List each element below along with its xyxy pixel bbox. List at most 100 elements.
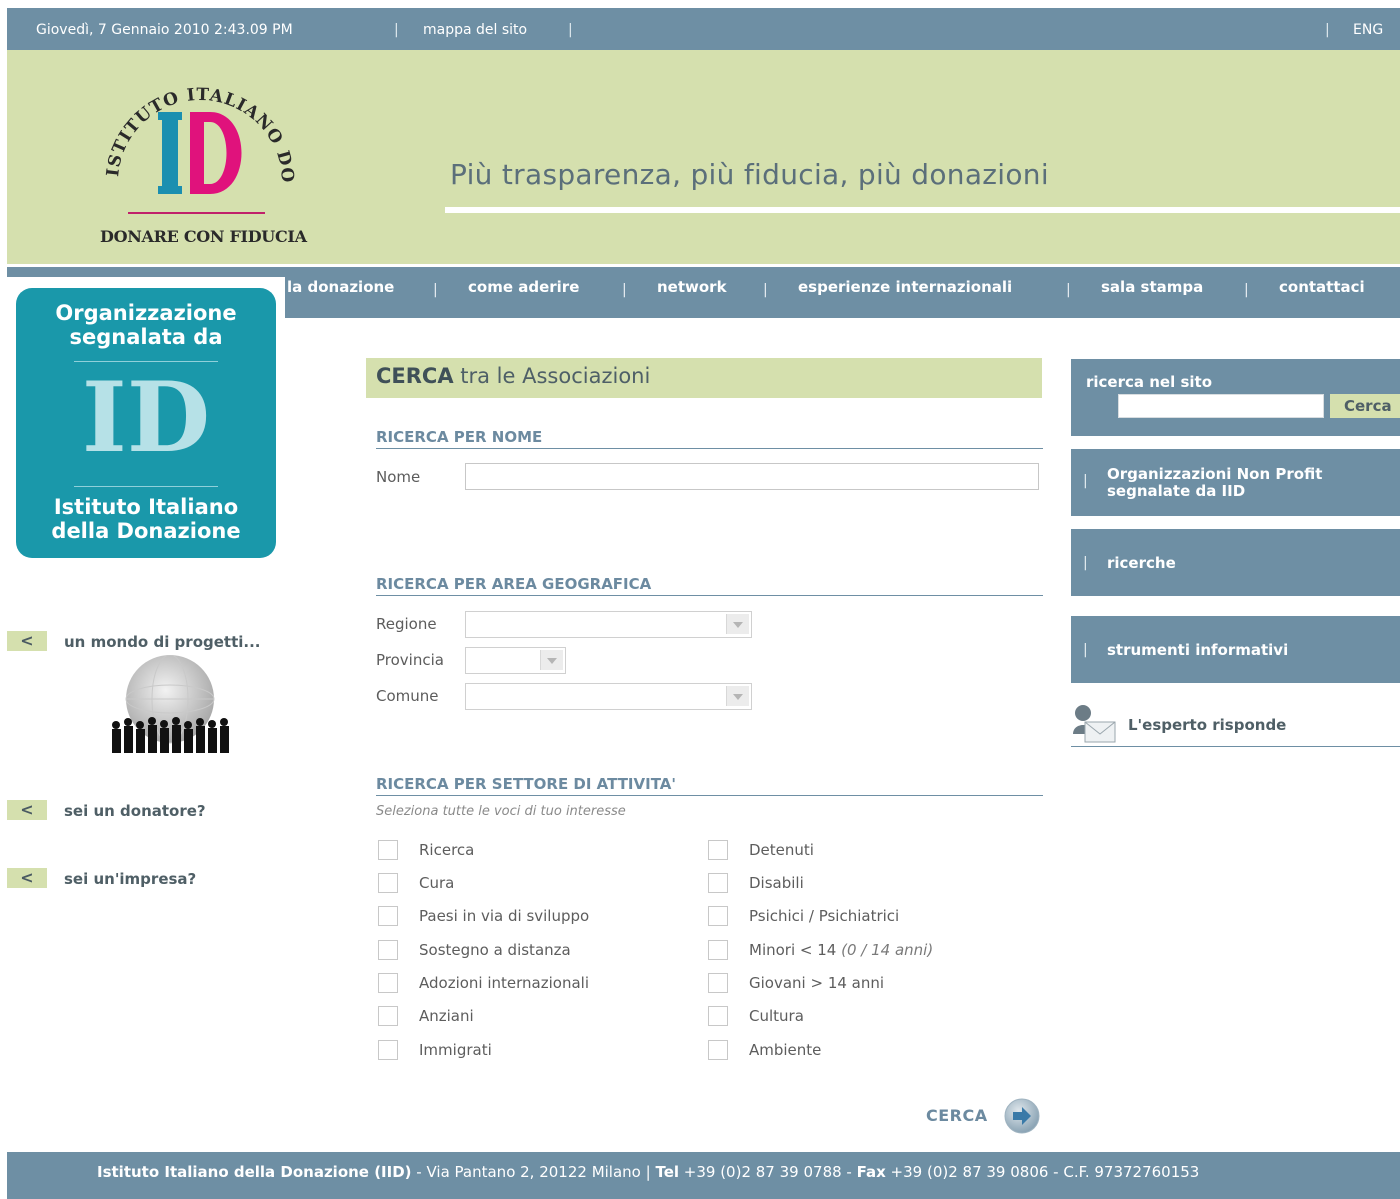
left-link-label: un mondo di progetti... <box>64 633 261 651</box>
badge-line: segnalata da <box>69 325 223 349</box>
site-search-input[interactable] <box>1118 394 1324 418</box>
sidebar-nonprofit-line1: Organizzazioni Non Profit <box>1107 465 1323 483</box>
province-select[interactable] <box>465 647 566 674</box>
sector-hint: Seleziona tutte le voci di tuo interesse <box>376 804 626 819</box>
badge-letters: ID <box>81 361 211 474</box>
search-submit-label: CERCA <box>926 1106 988 1125</box>
minori-label: Minori < 14 <box>749 941 837 959</box>
chevron-left-icon: < <box>7 868 47 888</box>
nav-contattaci[interactable]: contattaci <box>1279 278 1365 296</box>
nav-separator: | <box>1244 282 1249 298</box>
checkbox-label: Sostegno a distanza <box>419 941 571 959</box>
checkbox[interactable] <box>378 840 398 860</box>
checkbox-label: Adozioni internazionali <box>419 974 589 992</box>
checkbox-label: Ricerca <box>419 841 475 859</box>
checkbox[interactable] <box>378 906 398 926</box>
badge-line: della Donazione <box>51 519 241 543</box>
name-label: Nome <box>376 468 421 486</box>
checkbox[interactable] <box>708 973 728 993</box>
left-link-label: sei un donatore? <box>64 802 206 820</box>
checkbox[interactable] <box>708 840 728 860</box>
sidebar-tools[interactable]: | strumenti informativi <box>1071 616 1400 683</box>
expert-link[interactable]: L'esperto risponde <box>1128 716 1286 734</box>
checkbox-label: Anziani <box>419 1007 474 1025</box>
province-label: Provincia <box>376 651 444 669</box>
sidebar-nonprofit-line2: segnalate da IID <box>1107 482 1246 500</box>
search-heading-rest: tra le Associazioni <box>453 364 651 388</box>
sidebar-nonprofit-label: Organizzazioni Non Profit segnalate da I… <box>1107 466 1322 500</box>
badge-line: Organizzazione <box>55 301 237 325</box>
section-divider <box>376 595 1043 596</box>
region-select[interactable] <box>465 611 752 638</box>
checkbox-label: Ambiente <box>749 1041 822 1059</box>
sitemap-link[interactable]: mappa del sito <box>423 22 527 38</box>
globe-people-image[interactable] <box>104 654 236 755</box>
section-divider <box>376 795 1043 796</box>
separator: | <box>1325 22 1330 38</box>
checkbox-label: Minori < 14 (0 / 14 anni) <box>749 941 933 959</box>
nav-come-aderire[interactable]: come aderire <box>468 278 579 296</box>
search-submit-button[interactable]: CERCA <box>926 1098 1046 1134</box>
chevron-left-icon: < <box>7 800 47 820</box>
footer-tel: +39 (0)2 87 39 0788 - <box>679 1163 857 1181</box>
footer-fax: +39 (0)2 87 39 0806 - C.F. 97372760153 <box>885 1163 1200 1181</box>
section-title-sector: RICERCA PER SETTORE DI ATTIVITA' <box>376 775 676 793</box>
iid-badge[interactable]: Organizzazione segnalata da ID Istituto … <box>16 288 276 558</box>
checkbox[interactable] <box>378 1006 398 1026</box>
footer: Istituto Italiano della Donazione (IID) … <box>7 1152 1400 1199</box>
checkbox[interactable] <box>378 940 398 960</box>
language-eng-link[interactable]: ENG <box>1353 22 1383 38</box>
city-label: Comune <box>376 687 439 705</box>
checkbox[interactable] <box>708 1006 728 1026</box>
site-tagline: Più trasparenza, più fiducia, più donazi… <box>450 158 1049 191</box>
checkbox[interactable] <box>708 906 728 926</box>
chevron-down-icon <box>726 686 749 706</box>
search-heading-bold: CERCA <box>376 364 454 388</box>
checkbox-label: Disabili <box>749 874 804 892</box>
checkbox-label: Cultura <box>749 1007 804 1025</box>
sidebar-research[interactable]: | ricerche <box>1071 529 1400 596</box>
region-label: Regione <box>376 615 437 633</box>
checkbox-label: Cura <box>419 874 455 892</box>
nav-separator: | <box>1066 282 1071 298</box>
logo-emblem: ISTITUTO ITALIANO DONAZIONE <box>92 47 296 214</box>
minori-age-note: (0 / 14 anni) <box>841 941 934 959</box>
sidebar-separator: | <box>1083 473 1088 489</box>
chevron-down-icon <box>540 650 563 670</box>
checkbox[interactable] <box>378 973 398 993</box>
expert-mail-icon <box>1073 705 1116 743</box>
chevron-down-icon <box>726 614 749 634</box>
nav-separator: | <box>433 282 438 298</box>
nav-network[interactable]: network <box>657 278 727 296</box>
nav-la-donazione[interactable]: la donazione <box>287 278 394 296</box>
expert-divider <box>1071 746 1400 747</box>
checkbox-label: Immigrati <box>419 1041 492 1059</box>
badge-divider <box>74 486 218 487</box>
sidebar-nonprofit[interactable]: | Organizzazioni Non Profit segnalate da… <box>1071 449 1400 516</box>
checkbox[interactable] <box>378 873 398 893</box>
datetime: Giovedì, 7 Gennaio 2010 2:43.09 PM <box>36 22 293 38</box>
checkbox[interactable] <box>708 1040 728 1060</box>
section-title-name: RICERCA PER NOME <box>376 428 543 446</box>
globe-people-icon <box>112 654 229 753</box>
sidebar-separator: | <box>1083 555 1088 571</box>
checkbox-label: Psichici / Psichiatrici <box>749 907 900 925</box>
name-input[interactable] <box>465 463 1039 490</box>
checkbox-label: Detenuti <box>749 841 814 859</box>
separator: | <box>568 22 573 38</box>
checkbox-label: Giovani > 14 anni <box>749 974 885 992</box>
site-search-label: ricerca nel sito <box>1086 373 1212 391</box>
site-logo[interactable]: ISTITUTO ITALIANO DONAZIONE <box>92 47 300 222</box>
footer-address: - Via Pantano 2, 20122 Milano | <box>411 1163 656 1181</box>
nav-sala-stampa[interactable]: sala stampa <box>1101 278 1203 296</box>
footer-text: Istituto Italiano della Donazione (IID) … <box>97 1163 1199 1181</box>
checkbox[interactable] <box>708 873 728 893</box>
site-search-button[interactable]: Cerca <box>1330 394 1400 418</box>
city-select[interactable] <box>465 683 752 710</box>
checkbox[interactable] <box>378 1040 398 1060</box>
checkbox[interactable] <box>708 940 728 960</box>
left-link-label: sei un'impresa? <box>64 870 197 888</box>
nav-esperienze-internazionali[interactable]: esperienze internazionali <box>798 278 1012 296</box>
tagline-underline <box>445 207 1400 213</box>
logo-tagline: DONARE CON FIDUCIA <box>100 227 307 246</box>
